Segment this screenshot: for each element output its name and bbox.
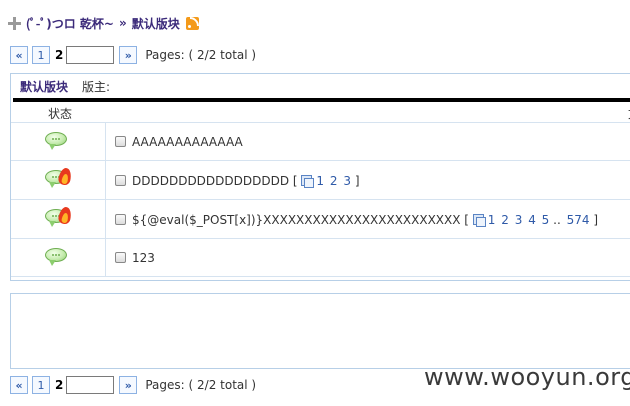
board-name-link[interactable]: 默认版块 <box>20 78 68 95</box>
thread-row: ${@eval($_POST[x])}XXXXXXXXXXXXXXXXXXXXX… <box>11 200 630 239</box>
thread-list-box: 默认版块 版主: 状态 文 AAAAAAAAAAAAA DDDDDDDDDDDD… <box>10 73 630 281</box>
pages-info: Pages: ( 2/2 total ) <box>145 378 257 392</box>
thread-title-link[interactable]: 123 <box>132 251 155 265</box>
thread-pages: [ 1 2 3 ] <box>292 174 360 188</box>
breadcrumb-forum-link[interactable]: (ﾟ-ﾟ)つロ 乾杯~ <box>26 15 114 32</box>
thread-status-icon <box>45 132 68 150</box>
status-cell <box>11 161 106 199</box>
first-page-button[interactable]: « <box>10 46 28 64</box>
last-page-button[interactable]: » <box>119 46 138 64</box>
thread-title-link[interactable]: DDDDDDDDDDDDDDDDD <box>132 174 289 188</box>
empty-panel <box>10 293 630 369</box>
thread-title-line: DDDDDDDDDDDDDDDDD [ 1 2 3 ] <box>132 174 360 188</box>
table-header: 状态 文 <box>11 102 630 123</box>
thread-page-link[interactable]: 1 <box>488 213 496 227</box>
expand-icon[interactable] <box>8 16 21 30</box>
moderators-label: 版主: <box>82 79 111 94</box>
hot-thread-icon <box>45 166 73 188</box>
thread-page-link[interactable]: 2 <box>501 213 509 227</box>
current-page: 2 <box>55 48 64 62</box>
pages-info: Pages: ( 2/2 total ) <box>145 48 257 62</box>
breadcrumb: (ﾟ-ﾟ)つロ 乾杯~ » 默认版块 <box>8 14 199 32</box>
page-jump-input[interactable] <box>66 46 115 64</box>
first-page-button[interactable]: « <box>10 376 28 394</box>
multipage-icon <box>472 214 486 227</box>
board-header: 默认版块 版主: <box>11 74 630 98</box>
thread-checkbox[interactable] <box>115 175 126 186</box>
rss-icon[interactable] <box>185 16 199 30</box>
watermark: www.wooyun.org <box>424 363 630 391</box>
status-cell <box>11 123 106 160</box>
thread-page-link[interactable]: 3 <box>343 174 351 188</box>
thread-page-link[interactable]: 2 <box>330 174 338 188</box>
thread-row: AAAAAAAAAAAAA <box>11 123 630 161</box>
thread-title-link[interactable]: ${@eval($_POST[x])}XXXXXXXXXXXXXXXXXXXXX… <box>132 213 460 227</box>
thread-checkbox[interactable] <box>115 252 126 263</box>
flame-icon <box>57 166 73 187</box>
breadcrumb-separator: » <box>118 16 127 30</box>
thread-checkbox[interactable] <box>115 214 126 225</box>
thread-row: 123 <box>11 239 630 277</box>
thread-status-icon <box>45 248 68 266</box>
flame-icon <box>57 205 73 226</box>
thread-pages: [ 1 2 3 4 5 .. 574 ] <box>464 213 599 227</box>
page-ellipsis: .. <box>553 213 561 227</box>
thread-page-link[interactable]: 5 <box>542 213 550 227</box>
thread-row: DDDDDDDDDDDDDDDDD [ 1 2 3 ] <box>11 161 630 200</box>
thread-page-link[interactable]: 3 <box>515 213 523 227</box>
current-page: 2 <box>55 378 64 392</box>
hot-thread-icon <box>45 205 73 227</box>
page-jump-input[interactable] <box>66 376 115 394</box>
status-cell <box>11 200 106 238</box>
thread-title-line: ${@eval($_POST[x])}XXXXXXXXXXXXXXXXXXXXX… <box>132 213 598 227</box>
thread-checkbox[interactable] <box>115 136 126 147</box>
thread-title-link[interactable]: AAAAAAAAAAAAA <box>132 135 243 149</box>
pager-bottom: « 1 2 » Pages: ( 2/2 total ) <box>10 375 256 395</box>
last-page-button[interactable]: » <box>119 376 138 394</box>
pager-top: « 1 2 » Pages: ( 2/2 total ) <box>10 45 256 65</box>
status-cell <box>11 239 106 276</box>
thread-page-link[interactable]: 1 <box>316 174 324 188</box>
thread-page-link[interactable]: 574 <box>567 213 590 227</box>
page-1-link[interactable]: 1 <box>32 376 50 394</box>
column-status: 状态 <box>48 107 73 121</box>
thread-page-link[interactable]: 4 <box>528 213 536 227</box>
multipage-icon <box>301 175 315 188</box>
breadcrumb-board-link[interactable]: 默认版块 <box>132 15 180 32</box>
page-1-link[interactable]: 1 <box>32 46 50 64</box>
